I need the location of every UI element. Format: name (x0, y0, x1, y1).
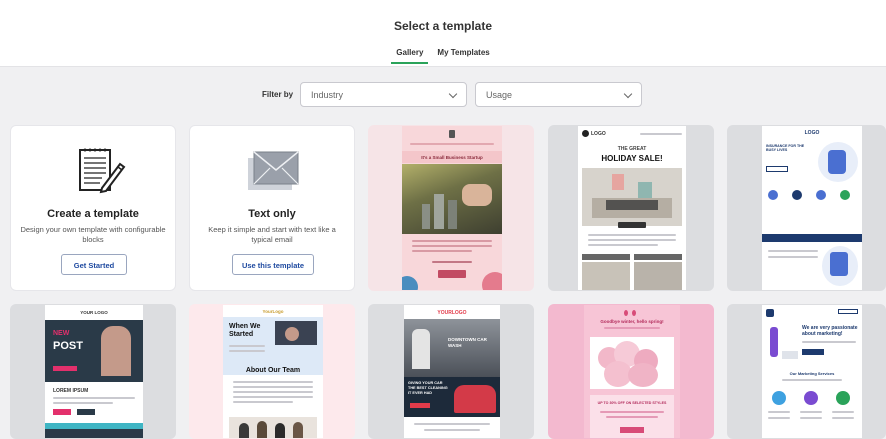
use-this-template-button[interactable]: Use this template (232, 254, 314, 275)
template-headline: We are very passionate about marketing! (802, 325, 858, 337)
template-headline: Goodbye winter, hello spring! (600, 319, 664, 324)
tab-my-templates[interactable]: My Templates (433, 44, 493, 64)
template-headline: INSURANCE FOR THE BUSY LIVES (766, 144, 805, 152)
template-headline: DOWNTOWN CAR WASH (448, 337, 487, 348)
logo-icon (582, 130, 589, 137)
template-card-insurance[interactable]: LOGO INSURANCE FOR THE BUSY LIVES (727, 125, 886, 291)
dialog-header: Select a template Gallery My Templates (0, 0, 886, 67)
create-template-card[interactable]: Create a template Design your own templa… (10, 125, 176, 291)
template-logo: LOGO (804, 130, 820, 136)
template-card-marketing[interactable]: We are very passionate about marketing! … (727, 304, 886, 439)
template-preview: YOUR LOGO NEW POST LOREM IPSUM (45, 305, 143, 438)
hero-image (590, 337, 674, 389)
text-only-desc: Keep it simple and start with text like … (208, 225, 336, 244)
template-preview: LOGO THE GREAT HOLIDAY SALE! (578, 126, 686, 290)
get-started-button[interactable]: Get Started (61, 254, 127, 275)
hero-image (582, 168, 682, 226)
template-card-small-business[interactable]: It's a Small Business Startup (368, 125, 534, 291)
template-tabs: Gallery My Templates (0, 44, 886, 64)
logo-icon (449, 130, 455, 138)
template-preview: YourLogo When We Started About Our Team (223, 305, 323, 438)
template-preview: YOURLOGO DOWNTOWN CAR WASH GIVING YOUR C… (404, 305, 500, 438)
template-preview: It's a Small Business Startup (402, 126, 502, 290)
usage-select-value: Usage (486, 90, 513, 100)
template-headline: HOLIDAY SALE! (601, 154, 663, 163)
template-card-new-post[interactable]: YOUR LOGO NEW POST LOREM IPSUM (10, 304, 176, 439)
template-offer: UP TO 30% OFF ON SELECTED STYLES (597, 401, 667, 405)
template-headline: It's a Small Business Startup (421, 155, 483, 160)
hero-image: NEW POST (45, 320, 143, 382)
template-logo: YourLogo (262, 309, 284, 314)
dialog-title: Select a template (393, 19, 493, 33)
create-template-desc: Design your own template with configurab… (20, 225, 166, 244)
template-subhead: LOREM IPSUM (53, 388, 89, 394)
template-card-team[interactable]: YourLogo When We Started About Our Team (189, 304, 355, 439)
template-logo: LOGO (591, 131, 606, 137)
template-logo: YOUR LOGO (80, 310, 108, 315)
template-line2: POST (53, 340, 83, 352)
template-logo: YOURLOGO (437, 310, 467, 316)
text-only-title: Text only (248, 208, 296, 220)
industry-select-value: Industry (311, 90, 344, 100)
notepad-pencil-icon (79, 148, 126, 194)
tab-gallery[interactable]: Gallery (391, 44, 429, 64)
usage-select[interactable]: Usage (475, 82, 642, 107)
template-preview: We are very passionate about marketing! … (762, 305, 862, 438)
envelope-icon (248, 151, 299, 190)
text-only-card[interactable]: Text only Keep it simple and start with … (189, 125, 355, 291)
template-line1: THE GREAT (617, 146, 647, 152)
template-card-holiday-sale[interactable]: LOGO THE GREAT HOLIDAY SALE! (548, 125, 714, 291)
template-subhead: Our Marketing Services (789, 371, 835, 376)
chevron-down-icon (448, 89, 458, 99)
template-preview: Goodbye winter, hello spring! UP TO 30% … (584, 305, 680, 438)
template-card-spring[interactable]: Goodbye winter, hello spring! UP TO 30% … (548, 304, 714, 439)
template-line1: NEW (53, 330, 70, 337)
template-headline: When We Started (229, 323, 261, 338)
logo-icon (766, 309, 774, 317)
hero-image (402, 164, 502, 234)
template-headline-2: About Our Team (245, 367, 301, 374)
industry-select[interactable]: Industry (300, 82, 467, 107)
chevron-down-icon (623, 89, 633, 99)
filter-bar: Filter by Industry Usage (0, 82, 886, 108)
hero-image: DOWNTOWN CAR WASH (404, 319, 500, 377)
template-offer: GIVING YOUR CAR THE BEST CLEANING IT EVE… (408, 381, 448, 395)
template-card-car-wash[interactable]: YOURLOGO DOWNTOWN CAR WASH GIVING YOUR C… (368, 304, 534, 439)
filter-label: Filter by (262, 90, 294, 99)
create-template-title: Create a template (47, 208, 139, 220)
template-preview: LOGO INSURANCE FOR THE BUSY LIVES (762, 126, 862, 290)
